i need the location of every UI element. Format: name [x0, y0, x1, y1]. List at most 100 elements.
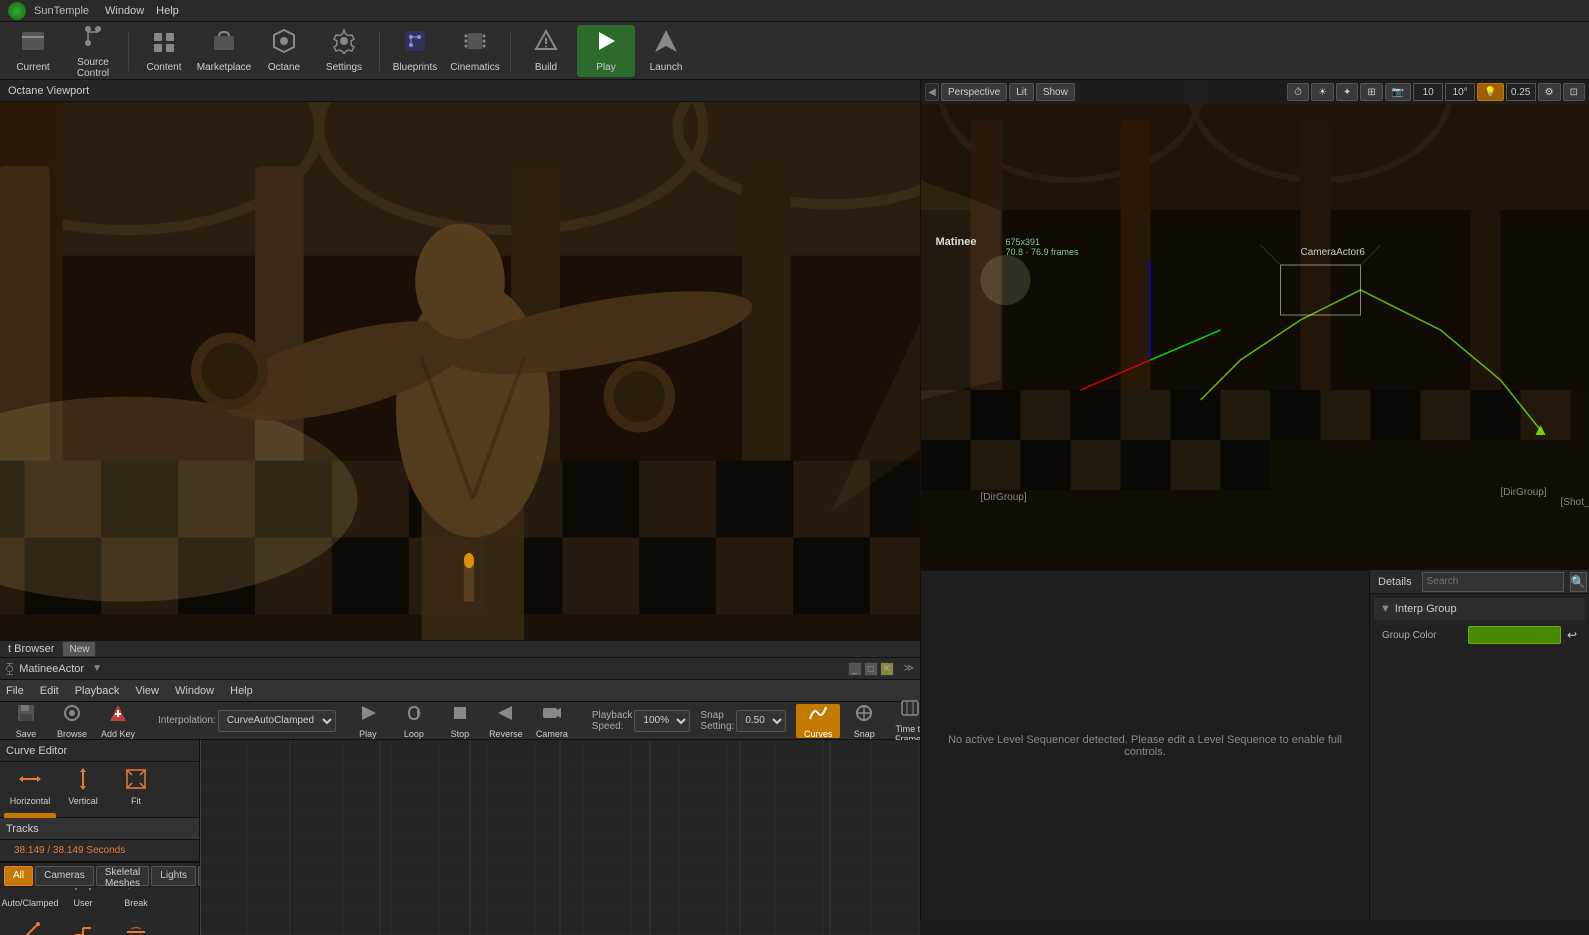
right-scene-svg: [DirGroup] CameraActor6 [DirGroup] [Shot… [921, 80, 1589, 570]
matinee-menu-file[interactable]: File [6, 685, 24, 697]
toolbar-settings-label: Settings [326, 62, 362, 73]
toolbar-current-btn[interactable]: Current [4, 25, 62, 77]
matinee-loop-btn[interactable]: Loop [392, 704, 436, 738]
viewport-tab[interactable]: Octane Viewport [0, 80, 920, 102]
vp-light-icon[interactable]: 💡 [1477, 83, 1503, 101]
filter-cameras-btn[interactable]: Cameras [35, 866, 94, 886]
matinee-menu-edit[interactable]: Edit [40, 685, 59, 697]
toolbar-content-label: Content [146, 62, 181, 73]
vp-camera-speed-btn[interactable]: 📷 [1385, 83, 1411, 101]
sequencer-panel: No active Level Sequencer detected. Plea… [920, 570, 1369, 920]
details-title: Details [1378, 576, 1412, 588]
toolbar-cinematics-btn[interactable]: Cinematics [446, 25, 504, 77]
matinee-reverse-label: Reverse [489, 729, 523, 739]
playback-speed-dropdown[interactable]: 100% [634, 710, 690, 732]
camera-icon [542, 703, 562, 728]
matinee-maximize-btn[interactable]: □ [864, 662, 878, 676]
toolbar-play-btn[interactable]: Play [577, 25, 635, 77]
curve-tool-flatten[interactable]: Flatten [110, 915, 162, 935]
matinee-menu-view[interactable]: View [135, 685, 159, 697]
fit-icon [125, 768, 147, 795]
titlebar-title: SunTemple [34, 5, 89, 17]
curve-tool-auto-clamped-label: Auto/Clamped [1, 898, 58, 908]
matinee-curves-btn[interactable]: Curves [796, 704, 840, 738]
loop-icon [404, 703, 424, 728]
curve-tool-constant[interactable]: Constant [57, 915, 109, 935]
toolbar-settings-btn[interactable]: Settings [315, 25, 373, 77]
curve-tool-horizontal-label: Horizontal [10, 796, 51, 806]
bottom-area: t Browser New ⧲ MatineeActor ▼ _ □ ✕ ≫ [0, 640, 920, 920]
filter-all-btn[interactable]: All [4, 866, 33, 886]
toolbar-marketplace-btn[interactable]: Marketplace [195, 25, 253, 77]
matinee-expand-btn[interactable]: ≫ [904, 663, 914, 674]
vp-maximize-btn[interactable]: ⊡ [1563, 83, 1585, 101]
matinee-save-btn[interactable]: Save [4, 704, 48, 738]
details-panel: Details 🔍 ≡ ▼ ▼ Interp Group Group Color… [1369, 570, 1589, 920]
details-search-btn[interactable]: 🔍 [1570, 572, 1587, 592]
snap-setting-dropdown[interactable]: 0.50 [736, 710, 786, 732]
matinee-loop-label: Loop [404, 729, 424, 739]
main-viewport[interactable] [0, 102, 920, 640]
vp-grid-snap-btn[interactable]: ⊞ [1360, 83, 1382, 101]
toolbar-source-control-btn[interactable]: Source Control [64, 25, 122, 77]
new-asset-btn[interactable]: New [62, 641, 96, 657]
matinee-close-btn[interactable]: ✕ [880, 662, 894, 676]
vp-scale-value[interactable] [1506, 83, 1536, 101]
toolbar-octane-btn[interactable]: Octane [255, 25, 313, 77]
matinee-browse-label: Browse [57, 729, 87, 739]
vp-left-arrow[interactable]: ◀ [925, 83, 939, 101]
interp-dropdown[interactable]: CurveAutoClamped [218, 710, 336, 732]
vp-show-btn[interactable]: Show [1036, 83, 1075, 101]
vp-perspective-btn[interactable]: Perspective [941, 83, 1007, 101]
detail-color-reset-btn[interactable]: ↩ [1567, 628, 1577, 642]
titlebar-menu-window[interactable]: Window [105, 5, 144, 17]
filter-skeletal-meshes-btn[interactable]: Skeletal Meshes [96, 866, 150, 886]
vp-angle-value[interactable] [1445, 83, 1475, 101]
detail-group-color-swatch[interactable] [1468, 626, 1561, 644]
content-icon [151, 28, 177, 60]
toolbar-launch-btn[interactable]: Launch [637, 25, 695, 77]
vp-lit-btn[interactable]: Lit [1009, 83, 1034, 101]
vp-realtime-btn[interactable]: ⏱ [1287, 83, 1309, 101]
vp-settings-btn[interactable]: ⚙ [1538, 83, 1561, 101]
matinee-menu-playback[interactable]: Playback [75, 685, 120, 697]
matinee-menu-window[interactable]: Window [175, 685, 214, 697]
matinee-menu-help[interactable]: Help [230, 685, 253, 697]
matinee-snap-btn[interactable]: Snap [842, 704, 886, 738]
vp-lighting-btn[interactable]: ☀ [1311, 83, 1334, 101]
matinee-play-btn[interactable]: Play [346, 704, 390, 738]
right-viewport[interactable]: [DirGroup] CameraActor6 [DirGroup] [Shot… [920, 80, 1589, 570]
settings-icon [331, 28, 357, 60]
main-toolbar: Current Source Control Content Marketpla… [0, 22, 1589, 80]
toolbar-content-btn[interactable]: Content [135, 25, 193, 77]
filter-lights-btn[interactable]: Lights [151, 866, 196, 886]
matinee-minimize-btn[interactable]: _ [848, 662, 862, 676]
toolbar-blueprints-btn[interactable]: Blueprints [386, 25, 444, 77]
curve-tool-vertical-label: Vertical [68, 796, 98, 806]
right-viewport-scene: [DirGroup] CameraActor6 [DirGroup] [Shot… [921, 80, 1589, 570]
curve-tool-linear[interactable]: Linear [4, 915, 56, 935]
curve-tool-fit[interactable]: Fit [110, 762, 162, 812]
matinee-camera-btn[interactable]: Camera [530, 704, 574, 738]
matinee-snap-label: Snap [854, 729, 875, 739]
matinee-addkey-btn[interactable]: Add Key [96, 704, 140, 738]
current-icon [20, 28, 46, 60]
curve-tool-vertical[interactable]: Vertical [57, 762, 109, 812]
detail-group-interp[interactable]: ▼ Interp Group [1374, 598, 1585, 620]
toolbar-separator-1 [128, 31, 129, 71]
titlebar-menu-help[interactable]: Help [156, 5, 179, 17]
toolbar-build-btn[interactable]: Build [517, 25, 575, 77]
curve-editor-main[interactable] [200, 740, 920, 935]
toolbar-current-label: Current [16, 62, 49, 73]
details-search-input[interactable] [1422, 572, 1564, 592]
curve-tool-horizontal[interactable]: Horizontal [4, 762, 56, 812]
matinee-stop-btn[interactable]: Stop [438, 704, 482, 738]
matinee-dropdown-arrow[interactable]: ▼ [92, 663, 102, 674]
matinee-browse-btn[interactable]: Browse [50, 704, 94, 738]
vp-grid-value[interactable] [1413, 83, 1443, 101]
asset-browser-tab[interactable]: t Browser New [0, 640, 920, 658]
matinee-window-title: MatineeActor [19, 663, 84, 675]
vp-effect-btn[interactable]: ✦ [1336, 83, 1358, 101]
matinee-reverse-btn[interactable]: Reverse [484, 704, 528, 738]
curve-toolbar: Horizontal Vertical [0, 762, 199, 818]
